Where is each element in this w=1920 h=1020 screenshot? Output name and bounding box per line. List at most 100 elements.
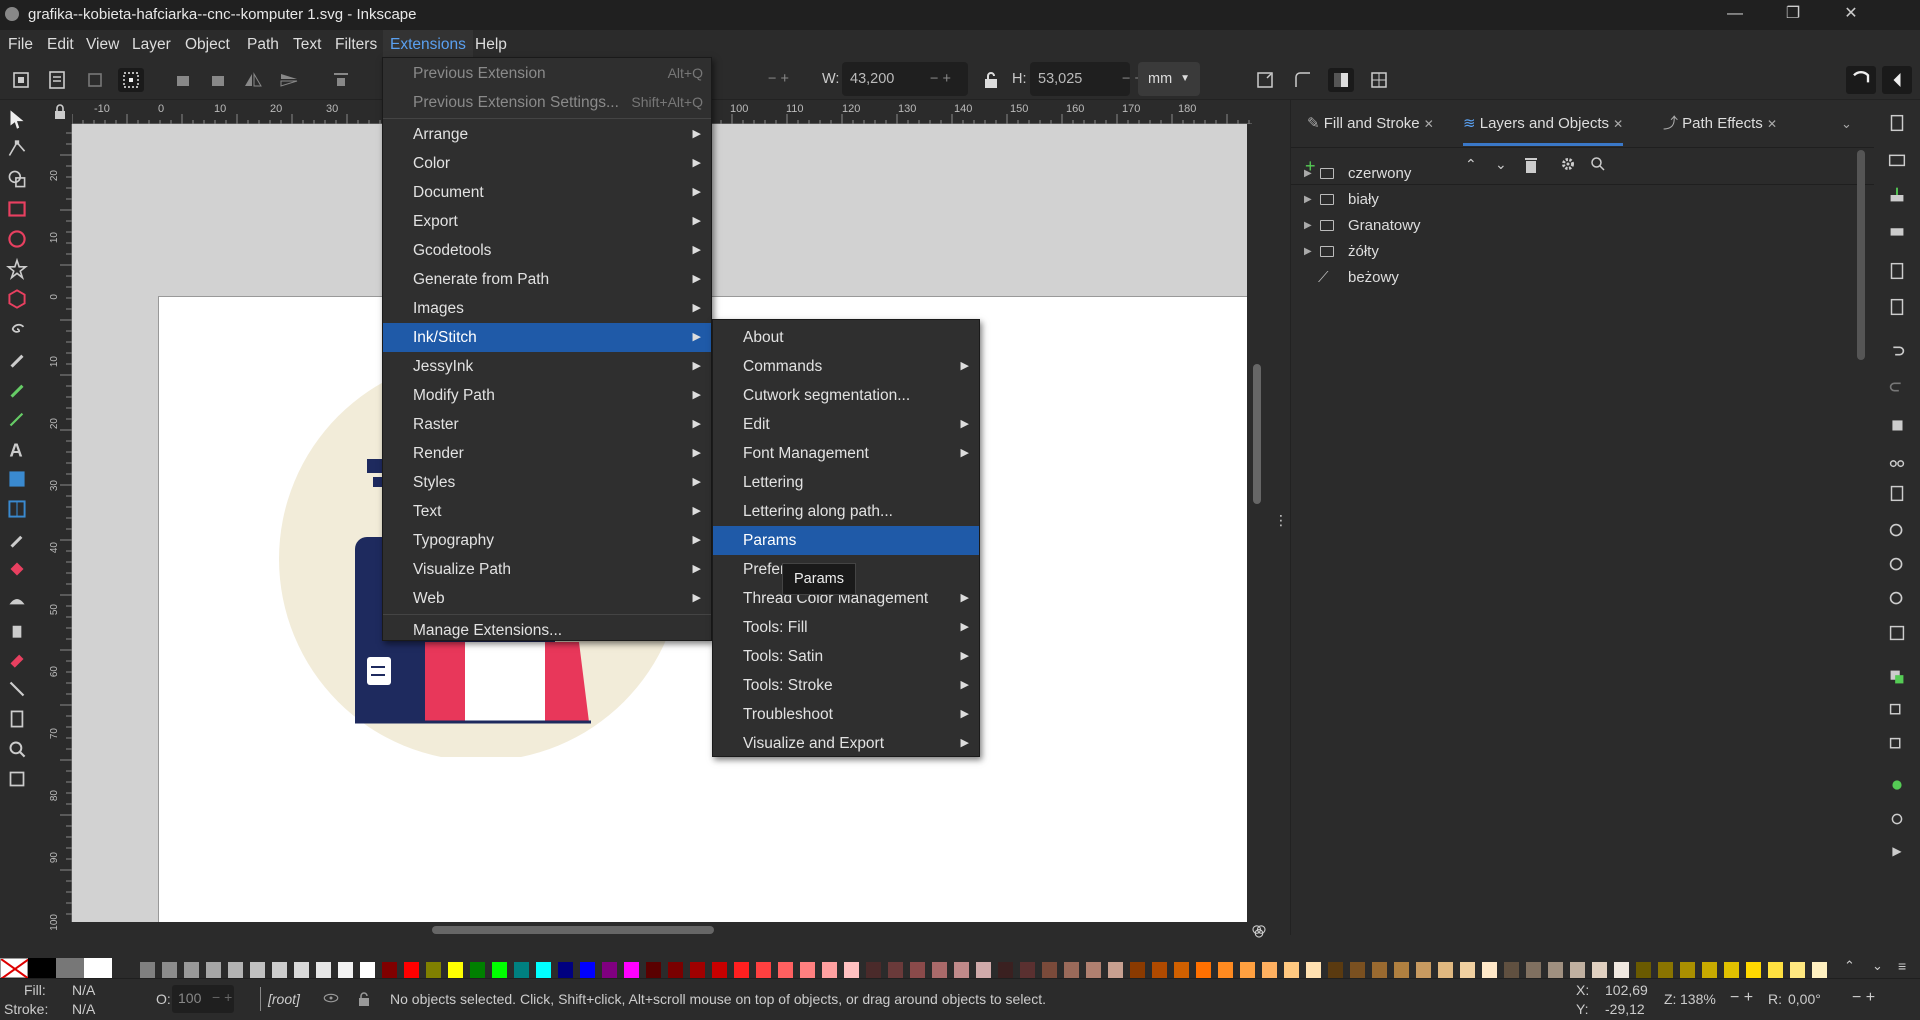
color-swatch[interactable] [756,962,771,978]
color-swatch[interactable] [250,962,265,978]
extensions-item[interactable]: Render ▶ [383,439,711,468]
tab-fill-and-stroke[interactable]: ✎ Fill and Stroke ✕ [1307,112,1434,146]
zoom-page-icon[interactable] [1886,588,1908,610]
open-document-icon[interactable] [1886,148,1908,170]
export-icon[interactable] [1886,296,1908,318]
color-swatch[interactable] [1790,962,1805,978]
inkstitch-item[interactable]: Cutwork segmentation... [713,381,979,410]
color-swatch[interactable] [1702,962,1717,978]
color-swatch[interactable] [1460,962,1475,978]
color-swatch[interactable] [316,962,331,978]
ungroup-icon[interactable] [1886,808,1908,830]
color-swatch[interactable] [1526,962,1541,978]
horizontal-scrollbar[interactable] [72,922,1252,938]
expand-arrow-icon[interactable]: ▶ [1304,187,1312,213]
group-icon[interactable] [1886,774,1908,796]
rotate-ccw-icon[interactable] [170,68,196,92]
duplicate-icon[interactable] [1886,666,1908,688]
color-swatch[interactable] [1482,962,1497,978]
paste-icon[interactable] [1886,482,1908,504]
panel-scrollbar[interactable] [1857,150,1865,360]
menu-edit[interactable]: Edit [40,30,81,60]
color-swatch[interactable] [1438,962,1453,978]
menu-extensions[interactable]: Extensions [383,30,473,60]
gradient-tool-icon[interactable] [4,466,30,492]
zoom-tool-icon[interactable] [4,736,30,762]
color-swatch[interactable] [84,958,112,978]
color-swatch[interactable] [1064,962,1079,978]
color-swatch[interactable] [580,962,595,978]
tweak-tool-icon[interactable] [4,586,30,612]
color-swatch[interactable] [954,962,969,978]
vertical-scrollbar[interactable] [1247,124,1267,922]
menu-file[interactable]: File [1,30,40,60]
mesh-tool-icon[interactable] [4,496,30,522]
rotation-stepper[interactable]: − + [1852,989,1875,1007]
inkstitch-item[interactable]: Tools: Fill ▶ [713,613,979,642]
extensions-item[interactable]: JessyInk ▶ [383,352,711,381]
undo-icon[interactable] [1886,340,1908,362]
color-swatch[interactable] [56,958,84,978]
color-swatch[interactable] [1240,962,1255,978]
height-field[interactable]: 53,025 [1030,62,1130,96]
flip-horizontal-icon[interactable] [240,68,266,92]
color-swatch[interactable] [646,962,661,978]
color-swatch[interactable] [536,962,551,978]
node-tool-icon[interactable] [4,136,30,162]
unit-select[interactable]: mm ▼ [1138,62,1200,96]
eraser-tool-icon[interactable] [4,646,30,672]
minimize-button[interactable]: — [1706,0,1764,30]
zoom-selection-icon[interactable] [1886,520,1908,542]
color-swatch[interactable] [1658,962,1673,978]
expand-arrow-icon[interactable]: ▶ [1304,239,1312,265]
color-swatch[interactable] [1262,962,1277,978]
palette-menu-icon[interactable]: ≡ [1898,958,1906,974]
extensions-item[interactable]: Text ▶ [383,497,711,526]
copy-icon[interactable] [1886,414,1908,436]
ruler-corner-lock-icon[interactable] [48,100,72,124]
scale-stroke-icon[interactable] [1252,68,1278,92]
tab-path-effects[interactable]: ⤴ Path Effects ✕ [1663,112,1777,146]
vertical-scroll-thumb[interactable] [1253,364,1261,504]
select-all-layers-icon[interactable] [44,68,70,92]
color-swatch[interactable] [602,962,617,978]
color-swatch[interactable] [492,962,507,978]
color-swatch[interactable] [822,962,837,978]
vertical-ruler[interactable]: 3020100102030405060708090100 [48,100,72,931]
menu-view[interactable]: View [79,30,126,60]
extensions-item[interactable]: Web ▶ [383,584,711,613]
color-swatch[interactable] [976,962,991,978]
box-3d-tool-icon[interactable] [4,286,30,312]
inkstitch-item[interactable]: Lettering along path... [713,497,979,526]
color-swatch[interactable] [28,958,56,978]
color-swatch[interactable] [690,962,705,978]
inkstitch-item[interactable]: Params [713,526,979,555]
measure-tool-icon[interactable] [4,766,30,792]
extensions-item[interactable]: Styles ▶ [383,468,711,497]
color-swatch[interactable] [338,962,353,978]
current-layer-select[interactable]: [root] [268,991,300,1007]
color-swatch[interactable] [294,962,309,978]
flip-vertical-icon[interactable] [276,68,302,92]
extensions-item[interactable]: Export ▶ [383,207,711,236]
spray-tool-icon[interactable] [4,616,30,642]
color-swatch[interactable] [1328,962,1343,978]
color-swatch[interactable] [206,962,221,978]
tab-close-icon[interactable]: ✕ [1767,117,1777,131]
color-swatch[interactable] [1768,962,1783,978]
color-swatch[interactable] [1218,962,1233,978]
extensions-item[interactable]: Ink/Stitch ▶ [383,323,711,352]
color-swatch[interactable] [1350,962,1365,978]
palette-scroll-up-icon[interactable]: ⌃ [1844,958,1855,974]
tab-close-icon[interactable]: ✕ [1424,117,1434,131]
shape-builder-icon[interactable] [4,166,30,192]
color-manage-icon[interactable] [1250,922,1268,940]
tab-layers-and-objects[interactable]: ≋ Layers and Objects ✕ [1463,112,1624,146]
color-swatch[interactable] [668,962,683,978]
text-tool-icon[interactable]: A [4,436,30,462]
color-swatch[interactable] [734,962,749,978]
color-swatch[interactable] [1196,962,1211,978]
expand-arrow-icon[interactable]: ▶ [1304,161,1312,187]
extensions-item[interactable]: Generate from Path ▶ [383,265,711,294]
rotation-field[interactable]: 0,00° [1788,991,1821,1007]
